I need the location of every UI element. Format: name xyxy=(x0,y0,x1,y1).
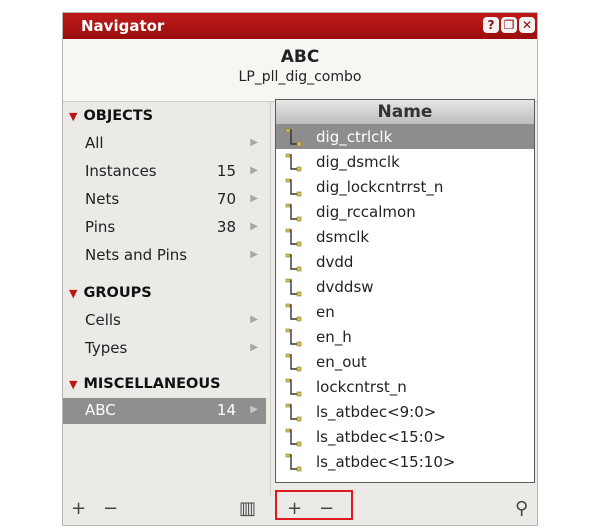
header: ABC LP_pll_dig_combo xyxy=(63,39,537,102)
category-label: Instances xyxy=(85,162,157,180)
section-label: MISCELLANEOUS xyxy=(83,376,221,392)
net-list-item[interactable]: lockcntrst_n xyxy=(276,375,534,399)
net-name: dig_dsmclk xyxy=(316,153,400,171)
net-list-item[interactable]: en_out xyxy=(276,350,534,374)
net-list-item[interactable]: dig_rccalmon xyxy=(276,200,534,224)
chevron-right-icon: ▶ xyxy=(250,314,258,325)
category-label: Pins xyxy=(85,218,116,236)
net-list-item[interactable]: dsmclk xyxy=(276,225,534,249)
net-list-item[interactable]: dvddsw xyxy=(276,275,534,299)
net-icon xyxy=(285,203,302,222)
net-icon xyxy=(285,253,302,272)
category-count: 38 xyxy=(216,218,236,236)
category-nets[interactable]: Nets 70 ▶ xyxy=(63,187,266,213)
remove-button[interactable]: − xyxy=(103,498,118,519)
net-list-item[interactable]: dig_ctrlclk xyxy=(276,125,534,149)
category-panel: ▼ OBJECTS All ▶ Instances 15 ▶ Nets 70 ▶ … xyxy=(63,102,266,492)
category-label: ABC xyxy=(85,401,116,419)
panel-divider[interactable] xyxy=(270,102,271,497)
net-name: dig_ctrlclk xyxy=(316,128,393,146)
net-name: dig_rccalmon xyxy=(316,203,416,221)
net-icon xyxy=(285,278,302,297)
net-name: dig_lockcntrrst_n xyxy=(316,178,444,196)
category-label: Cells xyxy=(85,311,121,329)
net-name: dvdd xyxy=(316,253,354,271)
chevron-right-icon: ▶ xyxy=(250,342,258,353)
net-icon xyxy=(285,128,302,147)
net-name: en_h xyxy=(316,328,352,346)
category-label: Types xyxy=(85,339,128,357)
net-name: ls_atbdec<15:10> xyxy=(316,453,456,471)
window-title: Navigator xyxy=(81,17,165,35)
close-button[interactable]: ✕ xyxy=(519,17,535,33)
net-icon xyxy=(285,303,302,322)
net-icon xyxy=(285,453,302,472)
category-pins[interactable]: Pins 38 ▶ xyxy=(63,215,266,241)
category-label: Nets and Pins xyxy=(85,246,188,264)
net-name: en xyxy=(316,303,335,321)
chevron-right-icon: ▶ xyxy=(250,249,258,260)
expand-triangle-icon[interactable]: ▼ xyxy=(69,110,77,123)
chevron-right-icon: ▶ xyxy=(250,193,258,204)
net-list-item[interactable]: dig_dsmclk xyxy=(276,150,534,174)
chevron-right-icon: ▶ xyxy=(250,404,258,415)
category-count: 70 xyxy=(216,190,236,208)
net-list-item[interactable]: en xyxy=(276,300,534,324)
net-name: ls_atbdec<15:0> xyxy=(316,428,446,446)
section-label: GROUPS xyxy=(83,285,152,301)
net-icon xyxy=(285,178,302,197)
chevron-right-icon: ▶ xyxy=(250,165,258,176)
section-groups[interactable]: ▼ GROUPS xyxy=(69,285,152,301)
chevron-right-icon: ▶ xyxy=(250,221,258,232)
design-subtitle: LP_pll_dig_combo xyxy=(238,69,362,85)
net-list-item[interactable]: ls_atbdec<15:0> xyxy=(276,425,534,449)
net-name: ls_atbdec<9:0> xyxy=(316,403,437,421)
net-name: en_out xyxy=(316,353,367,371)
title-bar[interactable]: Navigator ? ❐ ✕ xyxy=(63,13,537,39)
category-instances[interactable]: Instances 15 ▶ xyxy=(63,159,266,185)
navigator-window: Navigator ? ❐ ✕ ABC LP_pll_dig_combo ▼ OB… xyxy=(62,12,538,526)
net-icon xyxy=(285,428,302,447)
restore-button[interactable]: ❐ xyxy=(501,17,517,33)
name-list: Name dig_ctrlclk dig_dsmclk dig_lockcntrrs… xyxy=(275,99,535,483)
net-list-item[interactable]: ls_atbdec<9:0> xyxy=(276,400,534,424)
category-count: 15 xyxy=(216,162,236,180)
net-icon xyxy=(285,328,302,347)
category-count: 14 xyxy=(216,401,236,419)
category-label: Nets xyxy=(85,190,120,208)
net-name: lockcntrst_n xyxy=(316,378,407,396)
category-label: All xyxy=(85,134,104,152)
category-cells[interactable]: Cells ▶ xyxy=(63,308,266,334)
category-abc[interactable]: ABC 14 ▶ xyxy=(63,398,266,424)
net-icon xyxy=(285,353,302,372)
net-icon xyxy=(285,403,302,422)
category-types[interactable]: Types ▶ xyxy=(63,336,266,362)
category-all[interactable]: All ▶ xyxy=(63,131,266,157)
net-icon xyxy=(285,228,302,247)
section-objects[interactable]: ▼ OBJECTS xyxy=(69,108,153,124)
chevron-right-icon: ▶ xyxy=(250,137,258,148)
net-name: dvddsw xyxy=(316,278,374,296)
search-icon[interactable]: ⚲ xyxy=(515,498,528,519)
category-nets-and-pins[interactable]: Nets and Pins ▶ xyxy=(63,243,266,269)
section-miscellaneous[interactable]: ▼ MISCELLANEOUS xyxy=(69,376,221,392)
net-name: dsmclk xyxy=(316,228,370,246)
help-button[interactable]: ? xyxy=(483,17,499,33)
expand-triangle-icon[interactable]: ▼ xyxy=(69,287,77,300)
net-icon xyxy=(285,153,302,172)
expand-triangle-icon[interactable]: ▼ xyxy=(69,378,77,391)
net-list-item[interactable]: en_h xyxy=(276,325,534,349)
add-button[interactable]: + xyxy=(71,498,86,519)
net-list-item[interactable]: dig_lockcntrrst_n xyxy=(276,175,534,199)
column-header-name[interactable]: Name xyxy=(276,100,534,125)
panel-toggle-icon[interactable]: ▥ xyxy=(239,498,256,519)
net-list-item[interactable]: ls_atbdec<15:10> xyxy=(276,450,534,474)
net-list-item[interactable]: dvdd xyxy=(276,250,534,274)
net-icon xyxy=(285,378,302,397)
highlight-box xyxy=(275,490,353,520)
design-name: ABC xyxy=(280,47,320,67)
section-label: OBJECTS xyxy=(83,108,154,124)
